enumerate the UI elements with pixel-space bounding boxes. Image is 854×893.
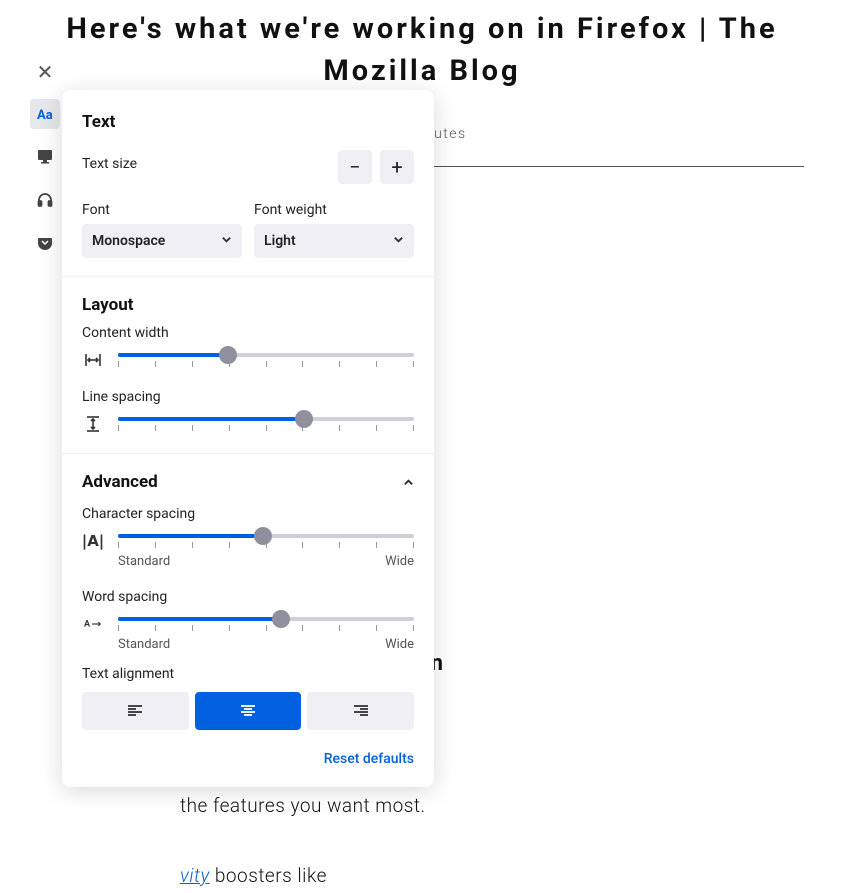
article-paragraph: vity boosters like xyxy=(180,858,804,893)
section-divider xyxy=(62,453,434,454)
content-width-slider[interactable] xyxy=(118,353,414,367)
font-weight-select[interactable]: Light xyxy=(254,224,414,258)
reader-toolbar: ✕ Aa xyxy=(30,60,60,258)
text-section-title: Text xyxy=(82,112,414,132)
line-spacing-slider[interactable] xyxy=(118,417,414,431)
word-spacing-label: Word spacing xyxy=(82,589,414,605)
pocket-icon[interactable] xyxy=(30,228,60,258)
font-select-value: Monospace xyxy=(92,233,165,249)
theme-icon[interactable] xyxy=(30,142,60,172)
svg-text:A: A xyxy=(84,620,91,630)
font-weight-select-value: Light xyxy=(264,233,296,249)
line-spacing-label: Line spacing xyxy=(82,389,414,405)
font-weight-label: Font weight xyxy=(254,202,414,218)
advanced-section-toggle[interactable]: Advanced xyxy=(82,472,414,492)
word-spacing-icon: A xyxy=(82,615,104,633)
article-title: Here's what we're working on in Firefox … xyxy=(40,0,804,92)
align-left-button[interactable] xyxy=(82,692,189,730)
chevron-up-icon xyxy=(403,473,414,492)
character-spacing-slider[interactable] xyxy=(118,534,414,548)
decrease-text-button[interactable]: − xyxy=(338,150,372,184)
svg-text:Aa: Aa xyxy=(37,108,53,122)
slider-label-max: Wide xyxy=(385,554,414,569)
font-select[interactable]: Monospace xyxy=(82,224,242,258)
line-spacing-icon xyxy=(82,415,104,433)
advanced-section-title: Advanced xyxy=(82,472,158,492)
close-icon[interactable]: ✕ xyxy=(37,60,54,84)
align-center-button[interactable] xyxy=(195,692,302,730)
character-spacing-icon: |A| xyxy=(82,532,104,550)
reader-settings-panel: Text Text size − + Font Monospace Font w… xyxy=(62,90,434,787)
content-width-label: Content width xyxy=(82,325,414,341)
chevron-down-icon xyxy=(393,233,404,249)
text-size-label: Text size xyxy=(82,156,137,172)
type-icon[interactable]: Aa xyxy=(30,99,60,129)
slider-label-max: Wide xyxy=(385,637,414,652)
slider-label-min: Standard xyxy=(118,554,170,569)
content-width-icon xyxy=(82,351,104,369)
chevron-down-icon xyxy=(221,233,232,249)
word-spacing-slider[interactable] xyxy=(118,617,414,631)
headphones-icon[interactable] xyxy=(30,185,60,215)
character-spacing-label: Character spacing xyxy=(82,506,414,522)
increase-text-button[interactable]: + xyxy=(380,150,414,184)
article-link[interactable]: vity xyxy=(180,864,210,887)
text-alignment-label: Text alignment xyxy=(82,666,414,682)
reset-defaults-link[interactable]: Reset defaults xyxy=(324,751,414,767)
font-label: Font xyxy=(82,202,242,218)
align-right-button[interactable] xyxy=(307,692,414,730)
slider-label-min: Standard xyxy=(118,637,170,652)
layout-section-title: Layout xyxy=(82,295,414,315)
section-divider xyxy=(62,276,434,277)
